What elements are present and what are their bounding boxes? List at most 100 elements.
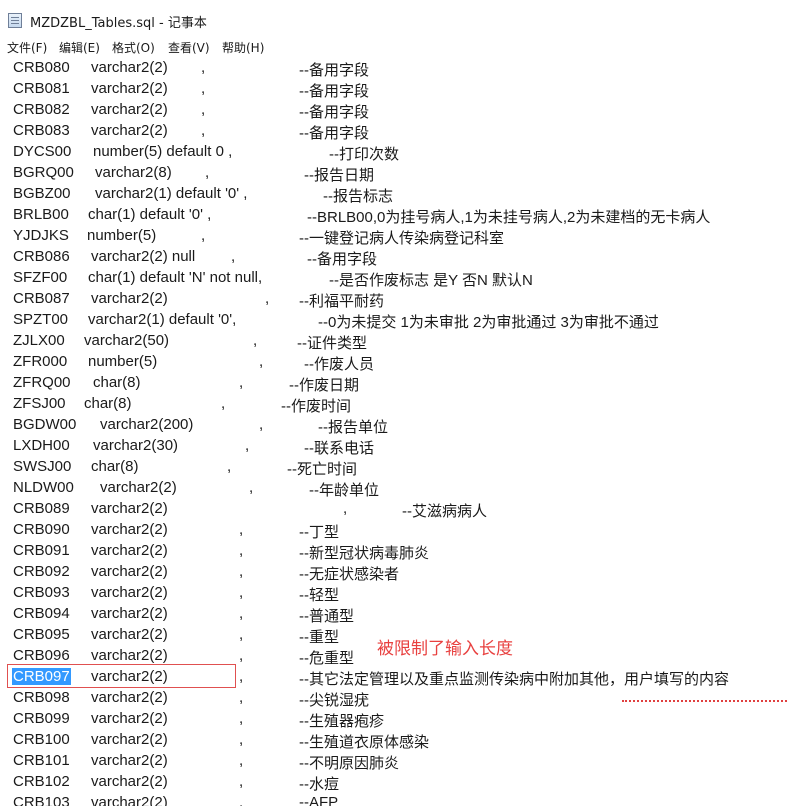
field-name: CRB083 [13, 122, 70, 139]
field-sep: , [239, 374, 244, 391]
field-type: varchar2(2) [91, 584, 168, 601]
field-comment: --艾滋病病人 [402, 503, 487, 520]
field-name: CRB096 [13, 647, 70, 664]
field-type: varchar2(2) [91, 605, 168, 622]
field-sep: , [239, 584, 244, 601]
field-name: ZFRQ00 [13, 374, 71, 391]
field-comment: --报告日期 [304, 167, 374, 184]
field-name: CRB092 [13, 563, 70, 580]
field-name: CRB103 [13, 794, 70, 806]
field-name: CRB095 [13, 626, 70, 643]
field-sep: , [239, 773, 244, 790]
field-name: CRB082 [13, 101, 70, 118]
field-name: CRB098 [13, 689, 70, 706]
field-type: char(1) default '0' , [88, 206, 212, 223]
field-comment: --新型冠状病毒肺炎 [299, 545, 429, 562]
field-type: varchar2(2) [100, 479, 177, 496]
field-comment: --不明原因肺炎 [299, 755, 399, 772]
field-name: CRB081 [13, 80, 70, 97]
field-type: varchar2(1) default '0', [88, 311, 237, 328]
field-type: char(8) [93, 374, 141, 391]
field-comment: --普通型 [299, 608, 354, 625]
field-type: varchar2(200) [100, 416, 194, 433]
field-comment: --水痘 [299, 776, 339, 793]
field-comment: --年龄单位 [309, 482, 379, 499]
field-sep: , [239, 710, 244, 727]
field-sep: , [201, 59, 206, 76]
menu-help[interactable]: 帮助(H) [222, 39, 264, 56]
field-type: varchar2(2) [91, 500, 168, 517]
field-comment: --备用字段 [299, 125, 369, 142]
annotation-text: 被限制了输入长度 [377, 639, 513, 659]
field-name: CRB087 [13, 290, 70, 307]
field-name: ZJLX00 [13, 332, 65, 349]
field-comment: --生殖器疱疹 [299, 713, 384, 730]
field-name: CRB080 [13, 59, 70, 76]
field-sep: , [249, 479, 254, 496]
field-sep: , [239, 626, 244, 643]
field-type: varchar2(2) [91, 290, 168, 307]
field-sep: , [201, 227, 206, 244]
field-type: varchar2(2) [91, 752, 168, 769]
field-sep: , [201, 122, 206, 139]
field-comment: --危重型 [299, 650, 354, 667]
field-sep: , [239, 668, 244, 685]
field-name: CRB101 [13, 752, 70, 769]
field-sep: , [239, 521, 244, 538]
field-type: number(5) default 0 , [93, 143, 233, 160]
field-comment: --作废时间 [281, 398, 351, 415]
field-sep: , [239, 752, 244, 769]
field-comment: --备用字段 [307, 251, 377, 268]
text-editor[interactable]: CRB080 varchar2(2), --备用字段 CRB081 varchar2(… [0, 59, 787, 806]
field-name: CRB091 [13, 542, 70, 559]
field-type: varchar2(2) [91, 773, 168, 790]
field-type: varchar2(2) [91, 794, 168, 806]
field-sep: , [259, 416, 264, 433]
field-sep: , [239, 605, 244, 622]
menu-file[interactable]: 文件(F) [7, 39, 47, 56]
field-name: BRLB00 [13, 206, 69, 223]
field-sep: , [239, 647, 244, 664]
field-name: CRB100 [13, 731, 70, 748]
menu-view[interactable]: 查看(V) [168, 39, 210, 56]
field-sep: , [239, 542, 244, 559]
annotation-underline [622, 700, 787, 702]
field-type: varchar2(2) [91, 689, 168, 706]
field-type: varchar2(2) [91, 626, 168, 643]
notepad-icon [8, 13, 22, 28]
field-name: BGDW00 [13, 416, 77, 433]
field-comment: --打印次数 [329, 146, 399, 163]
field-name: CRB094 [13, 605, 70, 622]
field-name: BGRQ00 [13, 164, 74, 181]
title-bar[interactable]: MZDZBL_Tables.sql - 记事本 [0, 0, 787, 37]
field-type: varchar2(1) default '0' , [95, 185, 248, 202]
field-comment: --无症状感染者 [299, 566, 399, 583]
field-name: SWSJ00 [13, 458, 72, 475]
field-comment: --备用字段 [299, 83, 369, 100]
field-sep: , [245, 437, 250, 454]
menu-format[interactable]: 格式(O) [112, 39, 155, 56]
field-type: varchar2(2) [91, 101, 168, 118]
field-comment: --重型 [299, 629, 339, 646]
field-name: SPZT00 [13, 311, 69, 328]
field-sep: , [253, 332, 258, 349]
window-title: MZDZBL_Tables.sql - 记事本 [30, 16, 207, 31]
field-type: char(1) default 'N' not null, [88, 269, 263, 286]
field-comment: --轻型 [299, 587, 339, 604]
field-type: varchar2(2) [91, 80, 168, 97]
field-name: CRB090 [13, 521, 70, 538]
field-type: char(8) [91, 458, 139, 475]
field-type: varchar2(50) [84, 332, 170, 349]
field-sep: , [231, 248, 236, 265]
field-name: CRB102 [13, 773, 70, 790]
field-type: varchar2(2) [91, 563, 168, 580]
field-sep: , [265, 290, 270, 307]
menu-edit[interactable]: 编辑(E) [59, 39, 100, 56]
field-sep: , [239, 563, 244, 580]
field-type: char(8) [84, 395, 132, 412]
field-name: CRB093 [13, 584, 70, 601]
field-comment: --作废人员 [304, 356, 374, 373]
field-sep: , [239, 731, 244, 748]
field-comment: --备用字段 [299, 62, 369, 79]
field-type: varchar2(2) [91, 542, 168, 559]
